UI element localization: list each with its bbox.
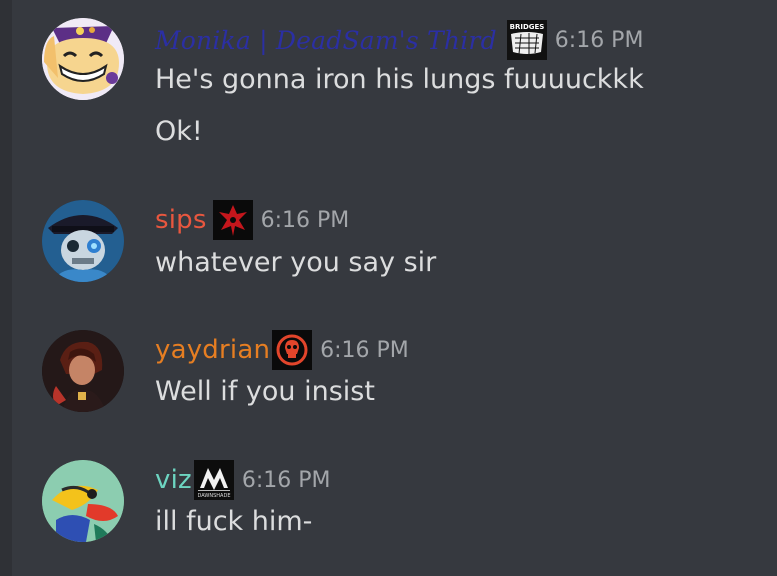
avatar[interactable]	[42, 18, 124, 100]
username[interactable]: sips	[155, 205, 207, 235]
red-emblem-badge-icon[interactable]	[212, 200, 253, 240]
username[interactable]: yaydrian	[155, 335, 270, 365]
dawnshade-logo-badge-icon[interactable]: DAWNSHADE	[193, 460, 234, 500]
badge-image: DAWNSHADE	[193, 460, 234, 500]
message-content: Ok!	[155, 116, 203, 147]
message-content: whatever you say sir	[155, 247, 437, 278]
avatar[interactable]	[42, 200, 124, 282]
username[interactable]: Monika | DeadSam's Third	[155, 26, 497, 55]
username[interactable]: viz	[155, 465, 192, 495]
avatar-image	[42, 200, 124, 282]
bridges-map-badge-icon[interactable]: BRIDGES	[506, 20, 547, 60]
message-header: viz DAWNSHADE 6:16 PM	[155, 460, 331, 500]
channel-left-border	[0, 0, 12, 576]
avatar[interactable]	[42, 460, 124, 542]
message-content: Well if you insist	[155, 376, 375, 407]
badge-image: BRIDGES	[506, 20, 547, 60]
message-header: sips 6:16 PM	[155, 200, 349, 240]
badge-text: BRIDGES	[509, 23, 544, 31]
timestamp[interactable]: 6:16 PM	[320, 338, 409, 363]
avatar[interactable]	[42, 330, 124, 412]
badge-image	[212, 200, 253, 240]
avatar-image	[42, 330, 124, 412]
timestamp[interactable]: 6:16 PM	[242, 468, 331, 493]
message-header: yaydrian 6:16 PM	[155, 330, 409, 370]
badge-text: DAWNSHADE	[197, 493, 230, 499]
message-content: ill fuck him-	[155, 506, 313, 537]
avatar-image	[42, 460, 124, 542]
message-header: Monika | DeadSam's Third BRIDGES 6:16 PM	[155, 20, 643, 60]
orange-skull-badge-icon[interactable]	[272, 330, 313, 370]
message-content: He's gonna iron his lungs fuuuuckkk	[155, 64, 644, 95]
timestamp[interactable]: 6:16 PM	[261, 208, 350, 233]
avatar-image	[42, 18, 124, 100]
timestamp[interactable]: 6:16 PM	[555, 28, 644, 53]
badge-image	[272, 330, 313, 370]
